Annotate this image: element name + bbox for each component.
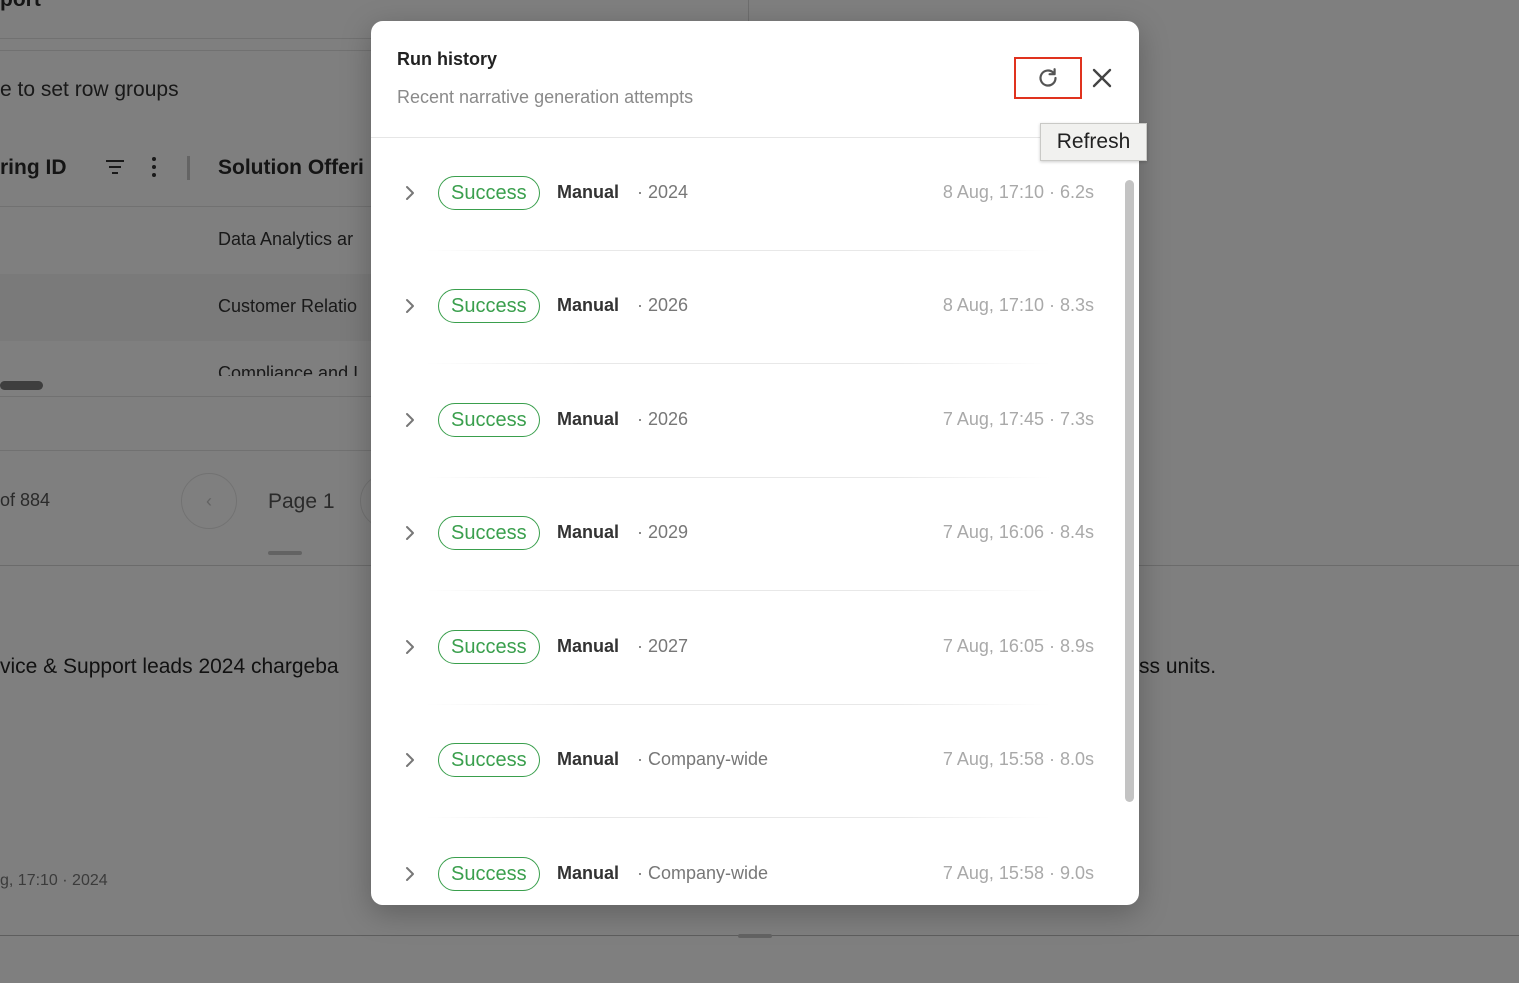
run-trigger: Manual	[557, 182, 620, 202]
run-timestamp-duration: 8 Aug, 17:10 · 8.3s	[942, 295, 1094, 315]
run-trigger: Manual	[557, 295, 620, 315]
status-badge: Success	[438, 630, 540, 664]
refresh-button[interactable]	[1014, 57, 1082, 99]
run-timestamp-duration: 7 Aug, 15:58 · 8.0s	[942, 749, 1094, 769]
chevron-right-icon[interactable]	[403, 523, 417, 543]
chevron-right-icon[interactable]	[403, 637, 417, 657]
run-row[interactable]: Success Manual · Company-wide 7 Aug, 15:…	[371, 819, 1121, 905]
dialog-header: Run history Recent narrative generation …	[371, 21, 1139, 138]
run-timestamp-duration: 8 Aug, 17:10 · 6.2s	[942, 182, 1094, 202]
chevron-right-icon[interactable]	[403, 183, 417, 203]
chevron-right-icon[interactable]	[403, 864, 417, 884]
dialog-subtitle: Recent narrative generation attempts	[397, 87, 694, 107]
divider	[426, 590, 1051, 591]
status-badge: Success	[438, 176, 540, 210]
run-timestamp-duration: 7 Aug, 15:58 · 9.0s	[942, 863, 1094, 883]
dialog-title: Run history	[397, 49, 498, 69]
run-scope: · Company-wide	[637, 749, 769, 769]
run-trigger: Manual	[557, 749, 620, 769]
run-trigger: Manual	[557, 522, 620, 542]
status-badge: Success	[438, 743, 540, 777]
run-list[interactable]: Success Manual · 2024 8 Aug, 17:10 · 6.2…	[371, 138, 1139, 905]
close-button[interactable]	[1087, 63, 1117, 93]
run-trigger: Manual	[557, 636, 620, 656]
divider	[426, 817, 1051, 818]
run-scope: · 2029	[637, 522, 689, 542]
run-row[interactable]: Success Manual · 2024 8 Aug, 17:10 · 6.2…	[371, 138, 1121, 251]
status-badge: Success	[438, 516, 540, 550]
run-row[interactable]: Success Manual · 2027 7 Aug, 16:05 · 8.9…	[371, 592, 1121, 705]
run-scope: · 2027	[637, 636, 689, 656]
chevron-right-icon[interactable]	[403, 410, 417, 430]
run-trigger: Manual	[557, 409, 620, 429]
run-row[interactable]: Success Manual · 2029 7 Aug, 16:06 · 8.4…	[371, 478, 1121, 591]
status-badge: Success	[438, 857, 540, 891]
divider	[426, 363, 1051, 364]
run-timestamp-duration: 7 Aug, 16:05 · 8.9s	[942, 636, 1094, 656]
run-trigger: Manual	[557, 863, 620, 883]
status-badge: Success	[438, 289, 540, 323]
close-icon	[1092, 68, 1112, 88]
page: port e to set row groups ring ID Solutio…	[0, 0, 1519, 983]
run-row[interactable]: Success Manual · Company-wide 7 Aug, 15:…	[371, 705, 1121, 818]
run-scope: · Company-wide	[637, 863, 769, 883]
run-scope: · 2026	[637, 409, 689, 429]
run-scope: · 2026	[637, 295, 689, 315]
run-timestamp-duration: 7 Aug, 16:06 · 8.4s	[942, 522, 1094, 542]
chevron-right-icon[interactable]	[403, 296, 417, 316]
vertical-scrollbar[interactable]	[1125, 180, 1134, 802]
run-row[interactable]: Success Manual · 2026 8 Aug, 17:10 · 8.3…	[371, 251, 1121, 364]
refresh-icon	[1039, 68, 1057, 87]
run-row[interactable]: Success Manual · 2026 7 Aug, 17:45 · 7.3…	[371, 365, 1121, 478]
run-timestamp-duration: 7 Aug, 17:45 · 7.3s	[942, 409, 1094, 429]
run-history-dialog: Run history Recent narrative generation …	[371, 21, 1139, 905]
status-badge: Success	[438, 403, 540, 437]
run-scope: · 2024	[637, 182, 689, 202]
refresh-tooltip: Refresh	[1040, 123, 1147, 161]
chevron-right-icon[interactable]	[403, 750, 417, 770]
